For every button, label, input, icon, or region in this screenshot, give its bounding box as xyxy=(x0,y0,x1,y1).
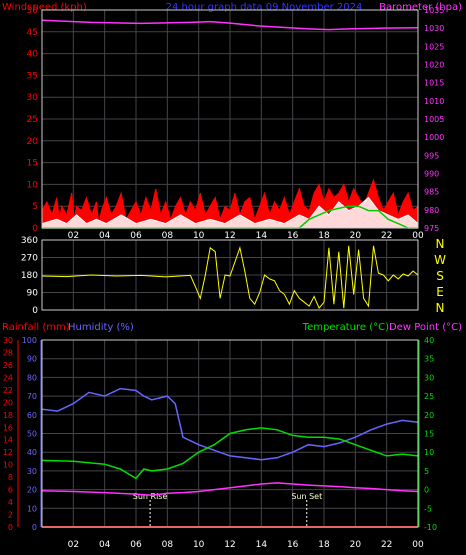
wind-speed-tick-label: 15 xyxy=(27,159,38,169)
rainfall-tick-label: 4 xyxy=(8,498,13,507)
rainfall-tick-label: 28 xyxy=(3,348,13,357)
rainfall-tick-label: 18 xyxy=(3,411,13,420)
rainfall-tick-label: 10 xyxy=(3,461,13,470)
humidity-tick-label: 30 xyxy=(27,467,37,476)
direction-degree-tick-label: 0 xyxy=(32,306,38,316)
humidity-tick-label: 50 xyxy=(27,430,37,439)
compass-point-label: N xyxy=(436,237,445,251)
humidity-tick-label: 90 xyxy=(27,355,37,364)
wind-axis-title: Windspeed (kph) xyxy=(2,2,87,13)
humidity-tick-label: 0 xyxy=(32,523,37,532)
temperature-tick-label: 20 xyxy=(424,411,434,420)
humidity-tick-label: 80 xyxy=(27,373,37,382)
humidity-tick-label: 20 xyxy=(27,486,37,495)
temperature-tick-label: 15 xyxy=(424,430,434,439)
wind-speed-tick-label: 10 xyxy=(27,180,39,190)
barometer-tick-label: 990 xyxy=(424,170,439,179)
compass-point-label: S xyxy=(436,269,444,283)
humidity-tick-label: 40 xyxy=(27,448,37,457)
wind-speed-tick-label: 5 xyxy=(32,202,38,212)
wind-speed-tick-label: 20 xyxy=(27,137,39,147)
dew-point-title-part: Dew Point (°C) xyxy=(389,322,462,333)
barometer-tick-label: 1025 xyxy=(424,42,444,51)
sun-event-label: Sun Set xyxy=(291,492,322,501)
temperature-tick-label: 25 xyxy=(424,392,434,401)
temperature-hour-tick-label: 14 xyxy=(256,540,268,550)
rainfall-tick-label: 22 xyxy=(3,386,13,395)
barometer-axis-title: Barometer (hpa) xyxy=(379,2,462,13)
temperature-title-part: Temperature (°C) xyxy=(302,322,389,333)
barometer-tick-label: 975 xyxy=(424,224,439,233)
compass-point-label: E xyxy=(436,285,444,299)
humidity-tick-label: 10 xyxy=(27,504,37,513)
rainfall-tick-label: 30 xyxy=(3,336,13,345)
temperature-tick-label: 35 xyxy=(424,355,434,364)
rainfall-tick-label: 12 xyxy=(3,448,13,457)
temperature-tick-label: 5 xyxy=(424,467,429,476)
chart-title: 24 hour graph data 09 November 2024 xyxy=(166,2,363,13)
barometer-tick-label: 1000 xyxy=(424,133,444,142)
wind-speed-tick-label: 40 xyxy=(27,50,39,60)
wind-speed-tick-label: 45 xyxy=(27,28,38,38)
wind-speed-tick-label: 30 xyxy=(27,93,39,103)
rainfall-tick-label: 6 xyxy=(8,486,13,495)
rainfall-tick-label: 0 xyxy=(8,523,13,532)
temperature-hour-tick-label: 02 xyxy=(68,540,79,550)
temperature-tick-label: 10 xyxy=(424,448,434,457)
barometer-tick-label: 1035 xyxy=(424,6,444,15)
direction-degree-tick-label: 90 xyxy=(27,289,39,299)
wind-speed-tick-label: 25 xyxy=(27,115,38,125)
barometer-tick-label: 995 xyxy=(424,151,439,160)
temperature-tick-label: 40 xyxy=(424,336,434,345)
temperature-hour-tick-label: 10 xyxy=(193,540,205,550)
rainfall-tick-label: 2 xyxy=(8,511,13,520)
temperature-hour-tick-label: 20 xyxy=(350,540,362,550)
temperature-hour-tick-label: 00 xyxy=(412,540,424,550)
wind-speed-tick-label: 0 xyxy=(32,224,38,234)
temperature-tick-label: -10 xyxy=(424,523,437,532)
temperature-hour-tick-label: 16 xyxy=(287,540,299,550)
compass-point-label: N xyxy=(436,301,445,315)
temperature-hour-tick-label: 06 xyxy=(130,540,142,550)
barometer-tick-label: 985 xyxy=(424,188,439,197)
temperature-hour-tick-label: 22 xyxy=(381,540,392,550)
weather-chart: Windspeed (kph) 24 hour graph data 09 No… xyxy=(0,0,466,555)
humidity-tick-label: 60 xyxy=(27,411,37,420)
barometer-tick-label: 1005 xyxy=(424,115,444,124)
rainfall-tick-label: 14 xyxy=(3,436,13,445)
rainfall-tick-label: 8 xyxy=(8,473,13,482)
rainfall-tick-label: 26 xyxy=(3,361,13,370)
temperature-tick-label: 30 xyxy=(424,373,434,382)
temperature-tick-label: 0 xyxy=(424,486,429,495)
direction-degree-tick-label: 180 xyxy=(21,271,38,281)
temperature-tick-label: -5 xyxy=(424,504,432,513)
temperature-axis-title: Temperature (°C)Dew Point (°C) xyxy=(302,322,462,333)
temperature-hour-tick-label: 04 xyxy=(99,540,111,550)
barometer-tick-label: 1020 xyxy=(424,61,444,70)
humidity-axis-title: Humidity (%) xyxy=(68,322,134,333)
rainfall-axis-title: Rainfall (mm) xyxy=(2,322,70,333)
wind-speed-tick-label: 50 xyxy=(27,6,39,16)
rainfall-tick-label: 20 xyxy=(3,398,13,407)
humidity-tick-label: 70 xyxy=(27,392,37,401)
temperature-hour-tick-label: 18 xyxy=(318,540,330,550)
wind-speed-tick-label: 35 xyxy=(27,71,38,81)
barometer-tick-label: 1010 xyxy=(424,97,444,106)
humidity-tick-label: 100 xyxy=(22,336,37,345)
barometer-tick-label: 1030 xyxy=(424,24,444,33)
temperature-hour-tick-label: 12 xyxy=(224,540,235,550)
rainfall-tick-label: 24 xyxy=(3,373,13,382)
rainfall-tick-label: 16 xyxy=(3,423,13,432)
barometer-tick-label: 980 xyxy=(424,206,439,215)
temperature-hour-tick-label: 08 xyxy=(162,540,174,550)
barometer-tick-label: 1015 xyxy=(424,79,444,88)
direction-degree-tick-label: 270 xyxy=(21,254,38,264)
direction-degree-tick-label: 360 xyxy=(21,236,38,246)
compass-point-label: W xyxy=(434,253,446,267)
